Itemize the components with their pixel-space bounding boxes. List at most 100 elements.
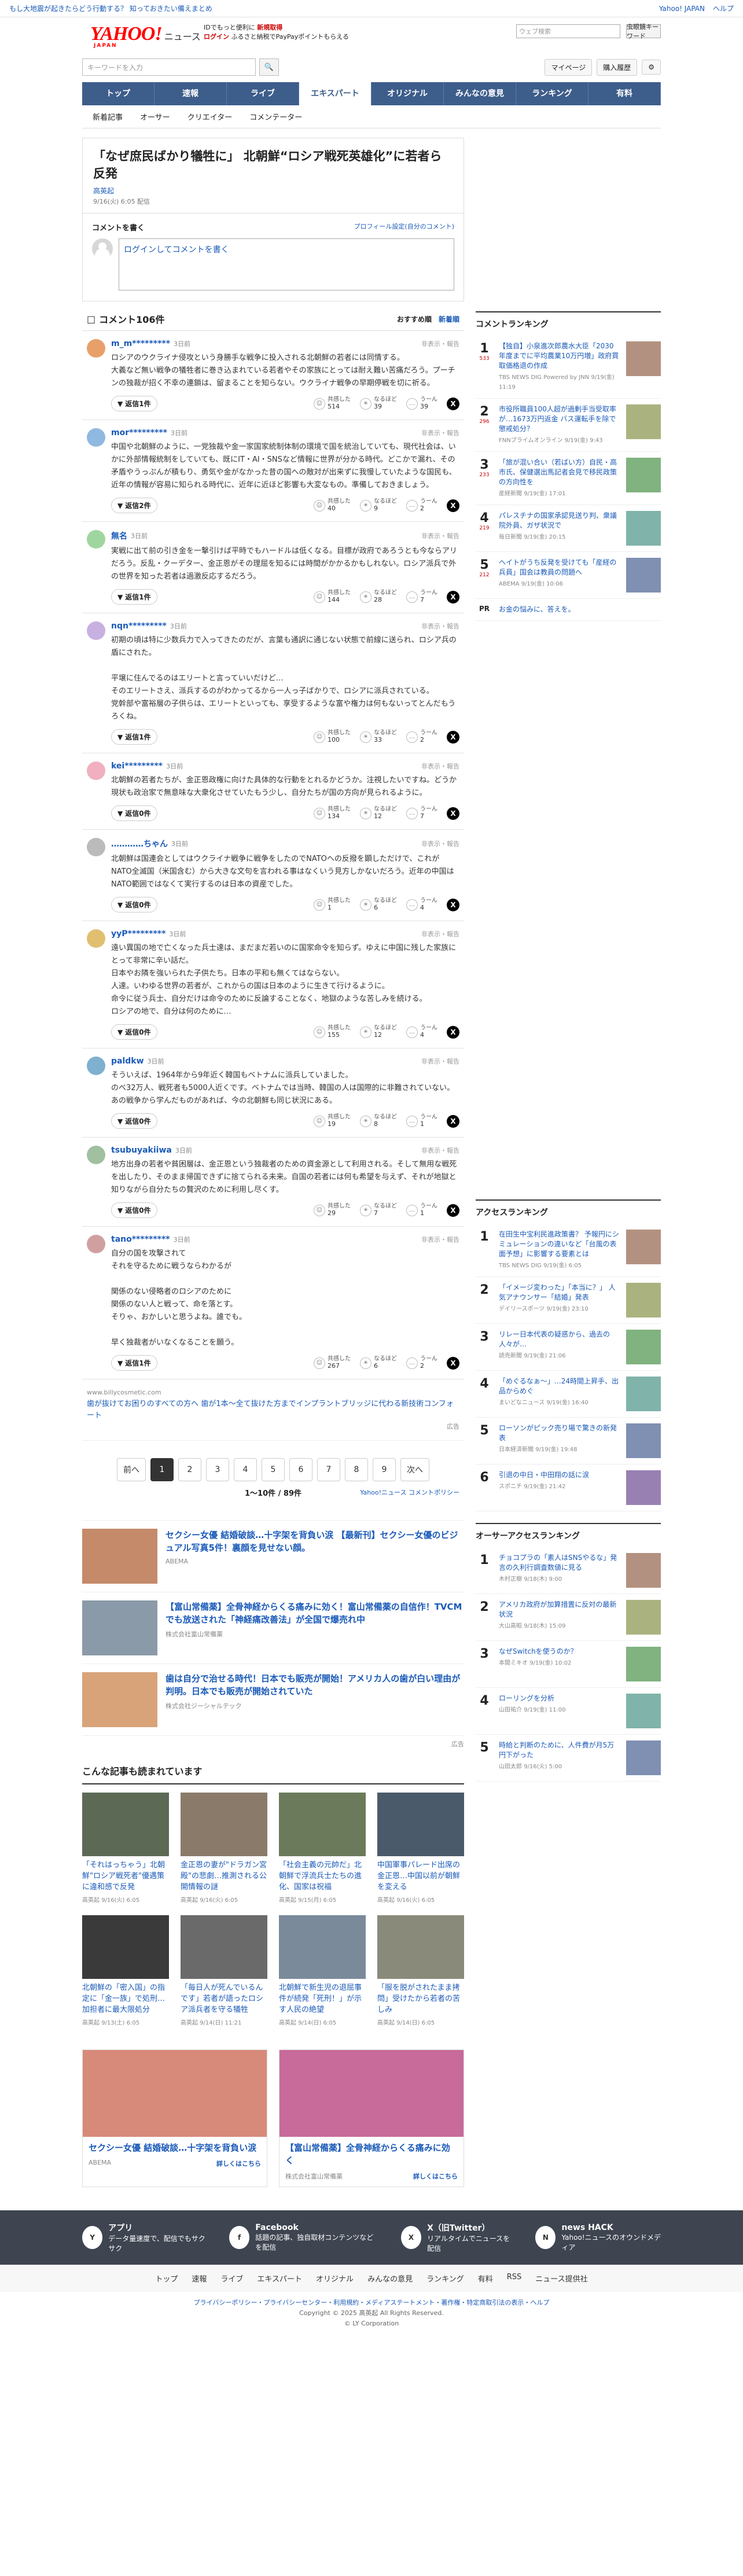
related-card[interactable]: 「服を脱がされたまま拷問」受けたから若者の苦しみ 高英起 9/14(日) 6:0…: [377, 1915, 464, 2026]
subnav-commentator[interactable]: コメンテーター: [249, 111, 302, 122]
think-button[interactable]: ☀ なるほど 39: [360, 396, 397, 411]
agree-button[interactable]: ☺ 共感した 100: [314, 730, 351, 744]
comment-user[interactable]: yyP*********: [111, 929, 165, 939]
x-share-icon[interactable]: X: [447, 1356, 459, 1370]
reply-button[interactable]: ▼ 返信0件: [111, 805, 157, 821]
report-link[interactable]: 非表示・報告: [421, 929, 459, 939]
x-share-icon[interactable]: X: [447, 807, 459, 820]
big-ad[interactable]: セクシー女優 結婚破談…十字架を背負い涙 ABEMA 詳しくはこちら: [82, 2049, 267, 2187]
sort-newest[interactable]: 新着順: [439, 314, 459, 324]
help-link[interactable]: ヘルプ: [713, 3, 734, 13]
avatar[interactable]: [87, 1146, 105, 1164]
comment-input[interactable]: ログインしてコメントを書く: [119, 238, 454, 290]
page-1[interactable]: 1: [150, 1458, 174, 1481]
agree-button[interactable]: ☺ 共感した 1: [314, 897, 351, 912]
reply-button[interactable]: ▼ 返信0件: [111, 1024, 157, 1040]
ranking-item[interactable]: 3 リレー日本代表の疑惑から、過去の人々が… 読売新聞 9/19(金) 21:06: [476, 1324, 661, 1371]
avatar[interactable]: [87, 1057, 105, 1075]
report-link[interactable]: 非表示・報告: [421, 761, 459, 771]
avatar[interactable]: [87, 1235, 105, 1253]
x-share-icon[interactable]: X: [447, 1204, 459, 1217]
search-icon[interactable]: 🔍: [259, 58, 279, 76]
next-button[interactable]: 次へ: [400, 1458, 429, 1481]
ranking-item[interactable]: 2 「イメージ変わった」「本当に？」 人気アナウンサー「結婚」発表 デイリースポー…: [476, 1277, 661, 1324]
related-card[interactable]: 北朝鮮の「密入国」の指定に「金一族」で処刑…加担者に最大限処分 高英起 9/13…: [82, 1915, 169, 2026]
footer-app[interactable]: Y アプリ データ量速度で、配信でもサクサク: [82, 2222, 206, 2253]
report-link[interactable]: 非表示・報告: [421, 428, 459, 437]
ad-item[interactable]: セクシー女優 結婚破談…十字架を背負い涙 【最新刊】セクシー女優のビジュアル写真…: [82, 1521, 464, 1592]
hmm-button[interactable]: … うーん 7: [406, 806, 437, 820]
ad-item[interactable]: 【富山常備薬】全骨神経からくる痛みに効く！富山常備薬の自信作！TVCMでも放送さ…: [82, 1592, 464, 1664]
footer-nav-item[interactable]: ライブ: [220, 2273, 243, 2284]
footer-nav-item[interactable]: 有料: [478, 2273, 493, 2284]
reply-button[interactable]: ▼ 返信2件: [111, 498, 157, 513]
avatar[interactable]: [87, 838, 105, 856]
hmm-button[interactable]: … うーん 4: [406, 897, 437, 912]
inline-ad[interactable]: www.billycosmetic.com 歯が抜けてお困りのすべての方へ 歯が…: [82, 1379, 464, 1441]
web-search-input[interactable]: ウェブ検索: [516, 24, 620, 38]
comment-user[interactable]: kei*********: [111, 761, 163, 771]
topbar-notice[interactable]: もし大地震が起きたらどう行動する？ 知っておきたい備えまとめ: [9, 3, 212, 13]
nav-breaking[interactable]: 速報: [155, 82, 227, 105]
report-link[interactable]: 非表示・報告: [421, 1146, 459, 1155]
yahoo-japan-link[interactable]: Yahoo! JAPAN: [659, 5, 705, 13]
footer-nav-item[interactable]: エキスパート: [257, 2273, 302, 2284]
related-card[interactable]: 北朝鮮で新生児の退屈事件が続発「死刑！」が示す人民の絶望 高英起 9/14(日)…: [279, 1915, 366, 2026]
ranking-item[interactable]: 4 219 パレスチナの国家承認見送り判、衆議院外員、ガザ状況で 毎日新聞 9/19…: [476, 505, 661, 552]
nav-top[interactable]: トップ: [82, 82, 155, 105]
nav-ranking[interactable]: ランキング: [516, 82, 588, 105]
ranking-item[interactable]: 3 233 「旅が混い合い（若ばい方）自民・高市氏、保健選出馬記者会見で移民政策の…: [476, 452, 661, 505]
comment-user[interactable]: m_m*********: [111, 339, 170, 348]
ranking-item[interactable]: 1 在田生中宝利民進政策書？ 予報円にシミュレーションの違いなど「台風の表面予想…: [476, 1224, 661, 1277]
inline-ad-text[interactable]: 歯が抜けてお困りのすべての方へ 歯が1本〜全て抜けた方までインプラントブリッジに…: [87, 1399, 459, 1422]
yahoo-logo[interactable]: YAHOO! ニュース JAPAN: [90, 23, 201, 49]
x-share-icon[interactable]: X: [447, 730, 459, 744]
avatar[interactable]: [87, 428, 105, 447]
report-link[interactable]: 非表示・報告: [421, 531, 459, 540]
page-3[interactable]: 3: [206, 1458, 229, 1481]
report-link[interactable]: 非表示・報告: [421, 839, 459, 848]
ranking-item[interactable]: 1 チョコプラの「素人はSNSやるな」発言の久利行調査数値に見る 木村正樹 9/1…: [476, 1547, 661, 1594]
page-6[interactable]: 6: [289, 1458, 312, 1481]
article-title[interactable]: 「なぜ庶民ばかり犠牲に」 北朝鮮“ロシア戦死英雄化”に若者ら反発: [93, 148, 453, 182]
x-share-icon[interactable]: X: [447, 397, 459, 410]
footer-app[interactable]: f Facebook 話題の記事、独自取材コンテンツなどを配信: [229, 2222, 378, 2253]
report-link[interactable]: 非表示・報告: [421, 339, 459, 348]
x-share-icon[interactable]: X: [447, 1114, 459, 1128]
avatar[interactable]: [87, 339, 105, 358]
pr-item[interactable]: PR お金の悩みに、答えを。: [476, 599, 661, 621]
x-share-icon[interactable]: X: [447, 590, 459, 603]
think-button[interactable]: ☀ なるほど 12: [360, 806, 397, 820]
agree-button[interactable]: ☺ 共感した 155: [314, 1025, 351, 1039]
comment-user[interactable]: tsubuyakiiwa: [111, 1146, 172, 1155]
hmm-button[interactable]: … うーん 4: [406, 1025, 437, 1039]
ranking-item[interactable]: 2 296 市役所職員100人超が過剰手当受取率が…1673万円返金 バス運転手を…: [476, 399, 661, 452]
web-search-button[interactable]: 虫眼鏡キーワード: [626, 23, 661, 40]
news-search-input[interactable]: キーワードを入力: [82, 58, 256, 76]
reply-button[interactable]: ▼ 返信1件: [111, 1355, 157, 1371]
report-link[interactable]: 非表示・報告: [421, 1235, 459, 1244]
signup-link[interactable]: 新規取得: [257, 24, 282, 31]
footer-nav-item[interactable]: 速報: [192, 2273, 207, 2284]
think-button[interactable]: ☀ なるほど 9: [360, 498, 397, 513]
subnav-new[interactable]: 新着記事: [93, 111, 123, 122]
comment-user[interactable]: …………ちゃん: [111, 838, 168, 849]
think-button[interactable]: ☀ なるほど 33: [360, 730, 397, 744]
purchase-history-button[interactable]: 購入履歴: [597, 58, 638, 76]
footer-app[interactable]: X X（旧Twitter） リアルタイムでニュースを配信: [400, 2222, 512, 2253]
x-share-icon[interactable]: X: [447, 898, 459, 911]
page-7[interactable]: 7: [317, 1458, 340, 1481]
nav-paid[interactable]: 有料: [588, 82, 661, 105]
think-button[interactable]: ☀ なるほど 28: [360, 590, 397, 604]
ad-item[interactable]: 歯は自分で治せる時代！日本でも販売が開始！アメリカ人の歯が白い理由が判明。日本で…: [82, 1664, 464, 1736]
page-5[interactable]: 5: [262, 1458, 285, 1481]
ranking-item[interactable]: 3 なぜSwitchを使うのか？ 本間ミキオ 9/19(金) 10:02: [476, 1641, 661, 1688]
hmm-button[interactable]: … うーん 1: [406, 1114, 437, 1128]
hmm-button[interactable]: … うーん 2: [406, 730, 437, 744]
report-link[interactable]: 非表示・報告: [421, 1057, 459, 1066]
ranking-item[interactable]: 1 533 【独自】小泉進次郎農水大臣「2030年度までに平均農業10万円増」政府…: [476, 336, 661, 399]
nav-expert[interactable]: エキスパート: [299, 82, 372, 105]
think-button[interactable]: ☀ なるほど 6: [360, 1356, 397, 1370]
page-4[interactable]: 4: [234, 1458, 257, 1481]
agree-button[interactable]: ☺ 共感した 144: [314, 590, 351, 604]
